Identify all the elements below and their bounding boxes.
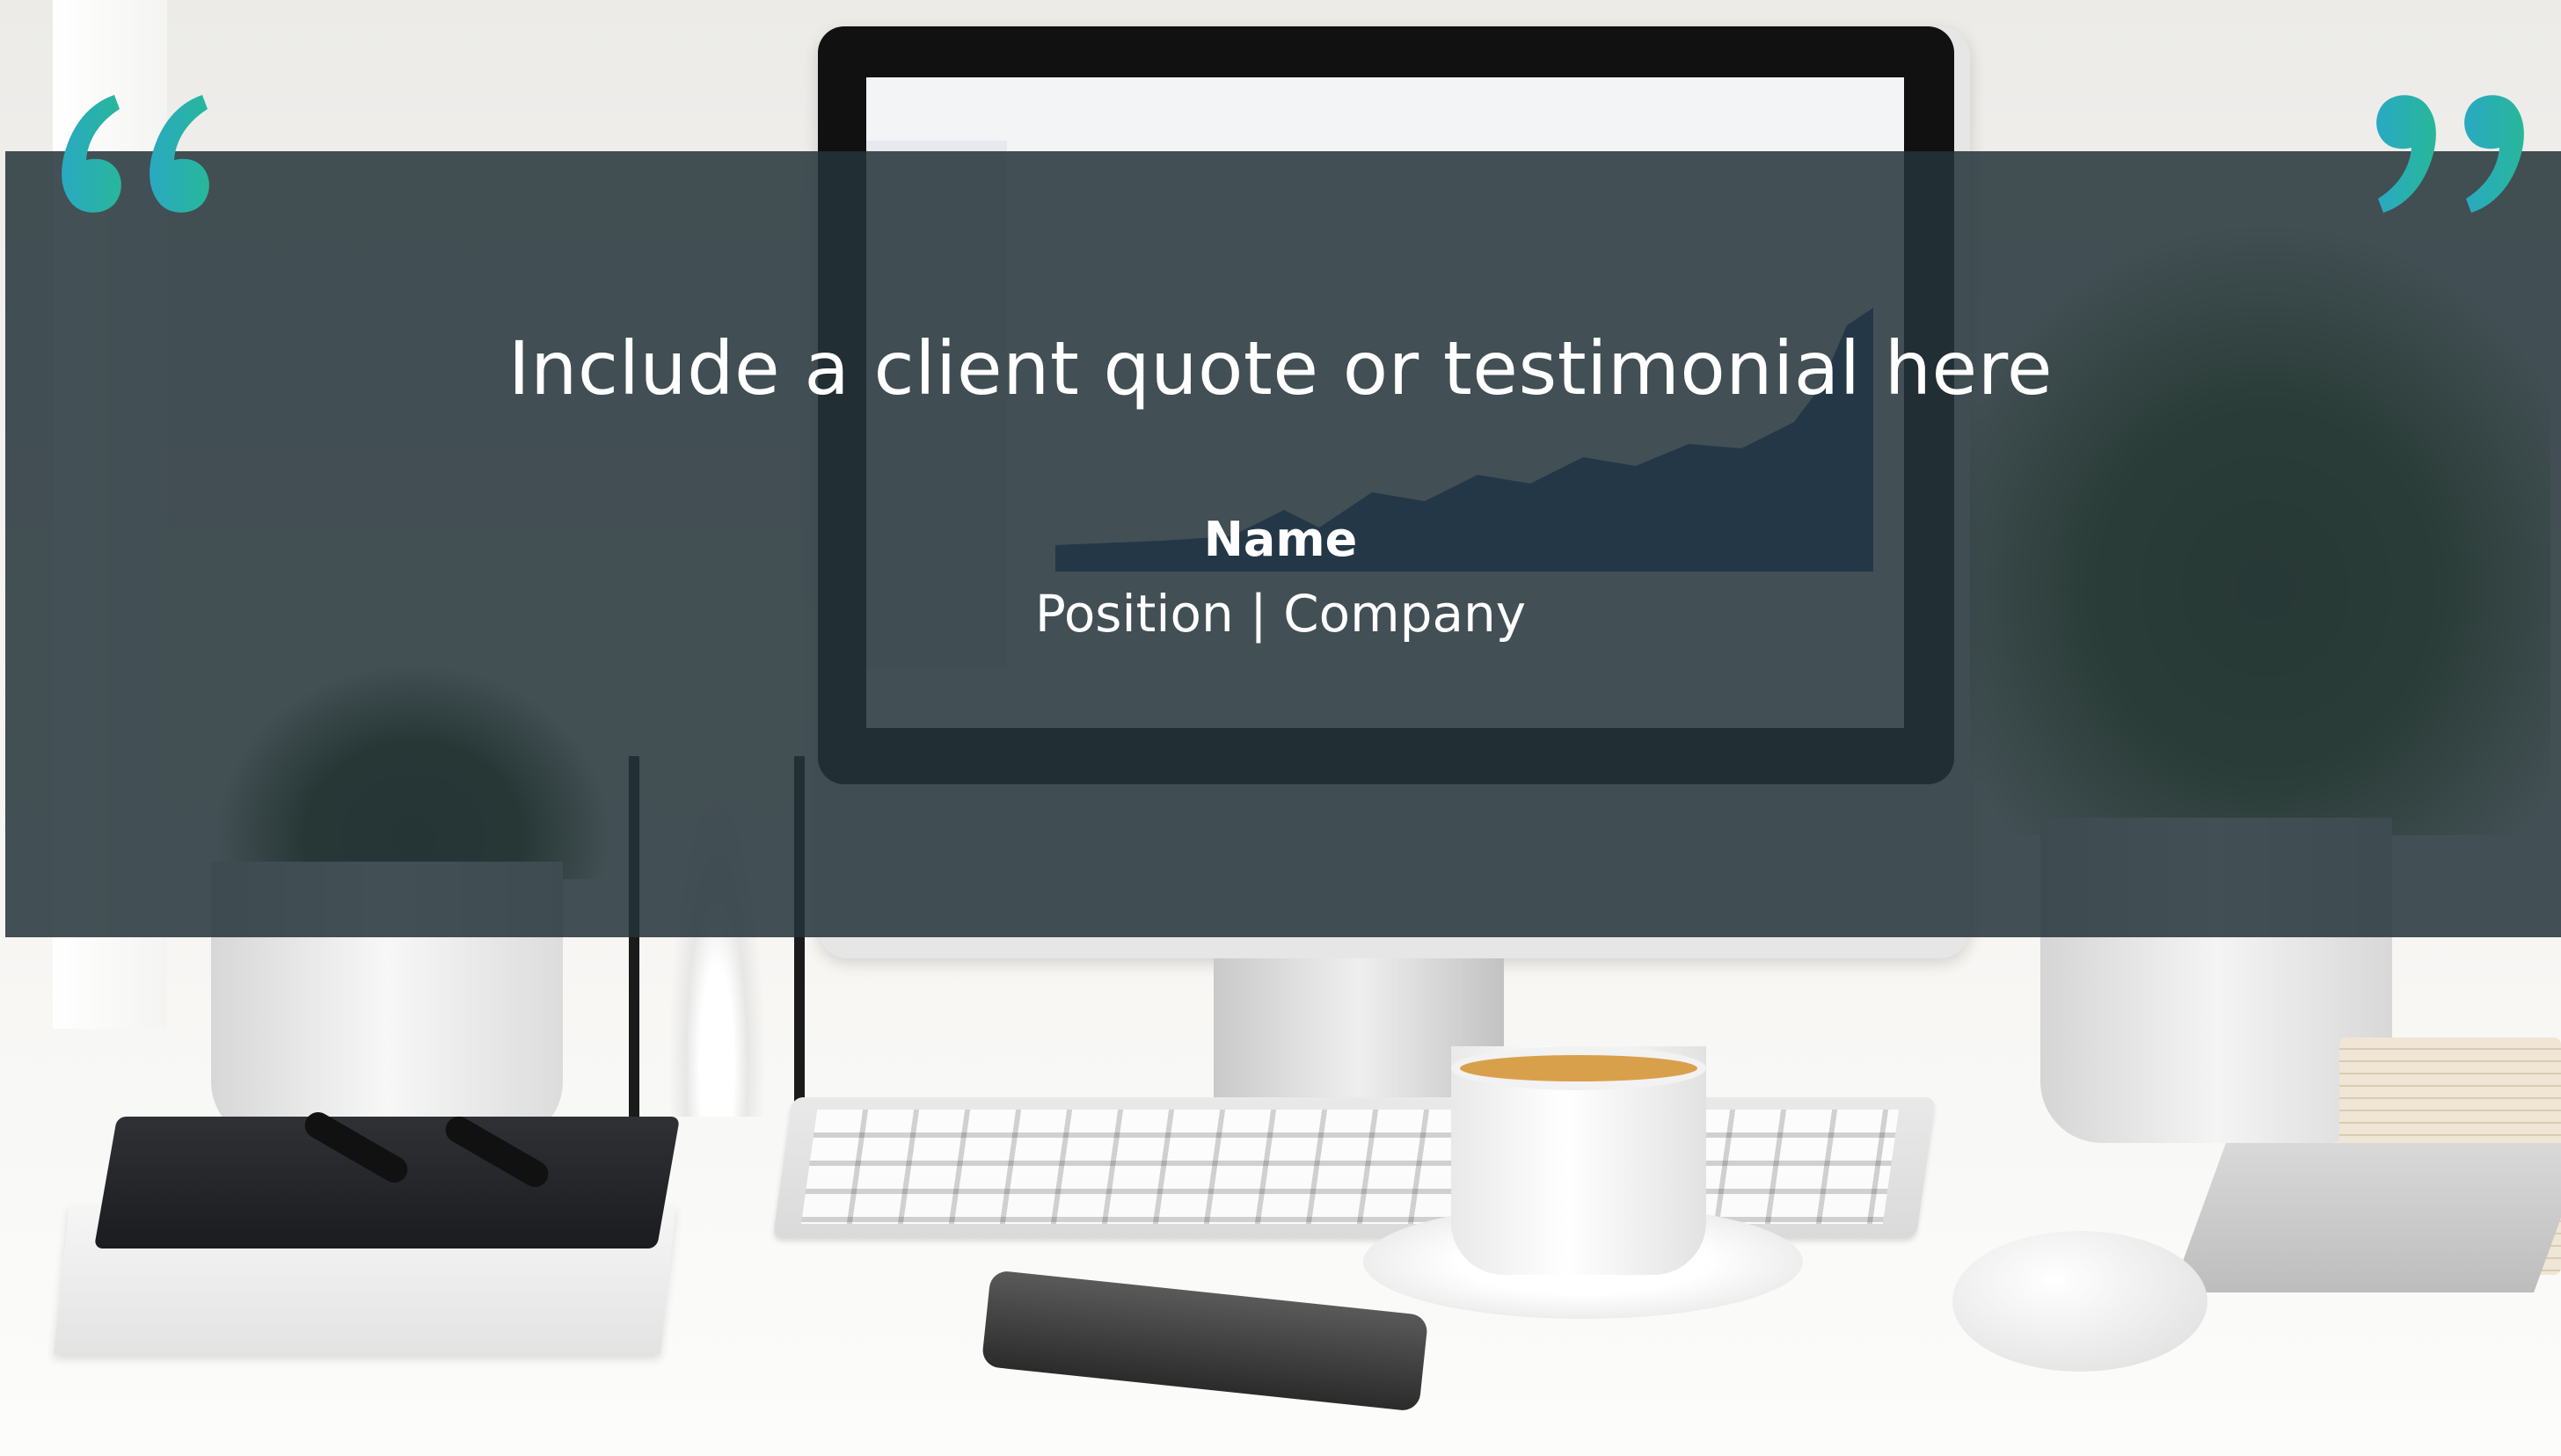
close-quotation-mark-icon xyxy=(2376,95,2524,213)
open-quotation-mark-icon xyxy=(62,95,209,213)
testimonial-quote: Include a client quote or testimonial he… xyxy=(507,325,2054,411)
keyboard-keys xyxy=(800,1110,1900,1224)
client-name: Name xyxy=(1203,512,1358,567)
black-notebook xyxy=(93,1117,681,1249)
mouse xyxy=(1952,1231,2207,1372)
magazine xyxy=(2171,1143,2561,1292)
client-position-company: Position | Company xyxy=(1034,584,1527,644)
coffee-surface xyxy=(1451,1046,1706,1090)
